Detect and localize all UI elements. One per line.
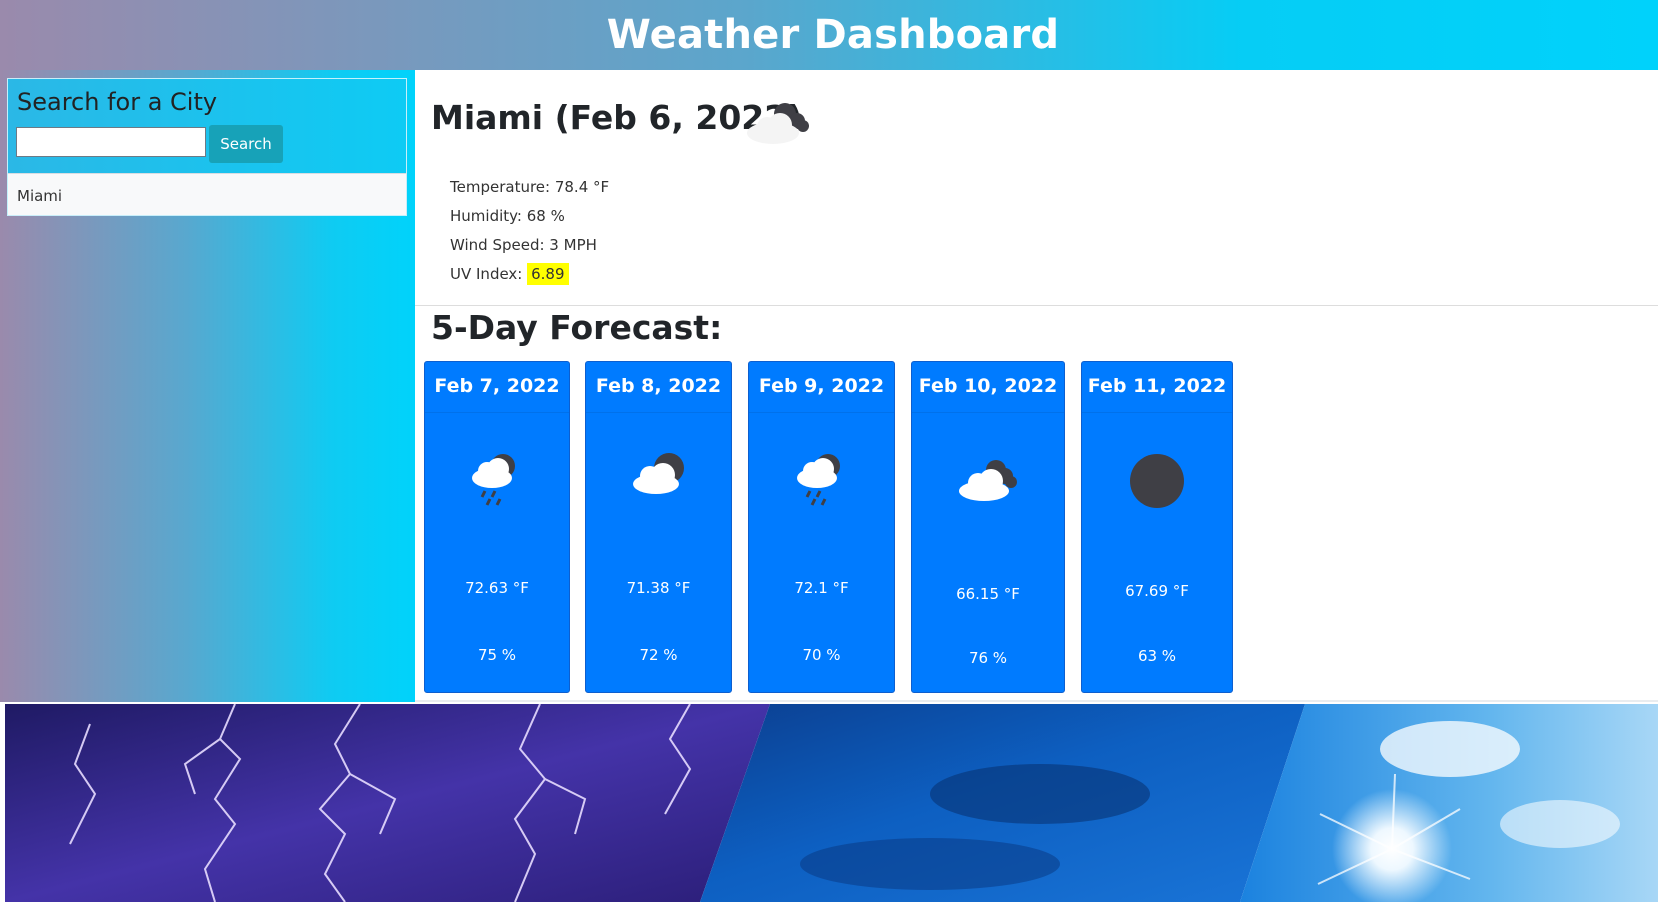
main-bottom-border — [415, 700, 1658, 702]
cloudy-icon — [747, 103, 809, 144]
weather-main-panel: Miami (Feb 6, 2022) Temperature: 78.4 °F… — [415, 70, 1658, 702]
current-humidity: Humidity: 68 % — [450, 207, 565, 225]
forecast-temperature: 67.69 °F — [1125, 582, 1189, 600]
card-header-divider — [425, 412, 569, 413]
forecast-temperature: 72.63 °F — [465, 579, 529, 597]
rain-icon — [472, 454, 515, 506]
partly-cloudy-icon — [632, 453, 684, 494]
current-temperature: Temperature: 78.4 °F — [450, 178, 610, 196]
clear-night-icon — [1130, 454, 1184, 508]
card-header-divider — [1082, 412, 1232, 413]
city-search-panel: Search for a City Search Miami — [7, 78, 407, 216]
search-history-item[interactable]: Miami — [8, 173, 406, 215]
forecast-humidity: 75 % — [477, 646, 517, 664]
forecast-card: Feb 10, 2022 66.15 °F 76 % — [911, 361, 1065, 693]
forecast-humidity: 63 % — [1137, 647, 1177, 665]
weather-banner-image — [0, 704, 1658, 902]
page-title: Weather Dashboard — [606, 12, 1060, 58]
forecast-date: Feb 9, 2022 — [758, 375, 885, 397]
forecast-humidity: 72 % — [639, 646, 678, 664]
city-search-input[interactable] — [16, 127, 206, 157]
forecast-date: Feb 8, 2022 — [595, 375, 722, 397]
card-header-divider — [749, 412, 894, 413]
forecast-title: 5-Day Forecast: — [431, 308, 723, 347]
section-divider — [415, 305, 1658, 306]
current-wind-speed: Wind Speed: 3 MPH — [450, 236, 597, 254]
rain-icon — [796, 454, 840, 506]
forecast-date: Feb 11, 2022 — [1087, 375, 1227, 397]
search-button[interactable]: Search — [209, 125, 283, 163]
search-panel-title: Search for a City — [17, 88, 218, 116]
forecast-temperature: 72.1 °F — [794, 579, 849, 597]
cloudy-icon — [959, 460, 1017, 501]
forecast-humidity: 76 % — [968, 649, 1008, 667]
forecast-card: Feb 11, 2022 67.69 °F 63 % — [1081, 361, 1233, 693]
forecast-card: Feb 8, 2022 71.38 °F 72 % — [585, 361, 732, 693]
forecast-date: Feb 7, 2022 — [434, 375, 560, 397]
site-header: Weather Dashboard — [0, 0, 1658, 70]
card-header-divider — [912, 412, 1064, 413]
uv-value-badge: 6.89 — [527, 263, 569, 285]
forecast-card: Feb 7, 2022 72.63 °F 75 % — [424, 361, 570, 693]
card-header-divider — [586, 412, 731, 413]
forecast-card: Feb 9, 2022 72.1 °F 70 % — [748, 361, 895, 693]
uv-label: UV Index: — [450, 265, 528, 283]
current-uv-index: UV Index: 6.89 — [450, 263, 569, 285]
forecast-humidity: 70 % — [802, 646, 841, 664]
forecast-date: Feb 10, 2022 — [918, 375, 1058, 397]
forecast-temperature: 66.15 °F — [956, 585, 1020, 603]
forecast-temperature: 71.38 °F — [626, 579, 691, 597]
